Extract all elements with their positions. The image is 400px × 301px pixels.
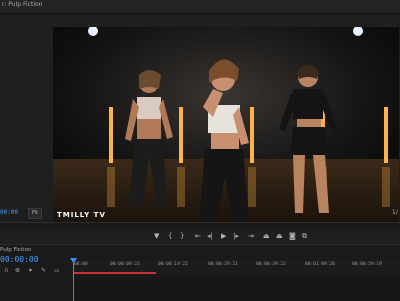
ruler-tick: 00:01:09:20 [305, 262, 335, 267]
zoom-fit-select[interactable]: Fit [28, 208, 42, 219]
ruler-tick: 00:00:19:22 [158, 262, 188, 267]
monitor-scrub-bar[interactable] [0, 222, 400, 229]
extract-button[interactable]: ⏏ [276, 231, 283, 241]
timeline-tools: ∩ ⊗ ▾ ✎ ▭ [0, 267, 70, 277]
video-frame[interactable]: TMILLY TV [53, 27, 399, 223]
monitor-status-row: 00:00 Fit 1/ [0, 208, 400, 220]
mark-in-button[interactable]: { [168, 231, 172, 241]
ruler-tick: 00:00:59:19 [352, 262, 382, 267]
captions-icon[interactable]: ▭ [54, 267, 60, 274]
playhead-timecode[interactable]: 00:00 [0, 209, 18, 216]
ruler-tick: 00:00:09:23 [110, 262, 140, 267]
work-area-bar[interactable] [74, 272, 156, 274]
add-marker-icon[interactable]: ▾ [29, 267, 32, 274]
step-back-icon: ◂| [207, 232, 213, 240]
mark-out-button[interactable]: } [180, 231, 184, 241]
step-forward-button[interactable]: |▸ [233, 231, 239, 241]
wrench-icon[interactable]: ✎ [41, 267, 46, 274]
program-monitor-title[interactable]: r: Pulp Fiction [2, 1, 42, 8]
step-forward-icon: |▸ [233, 232, 239, 240]
linked-selection-icon[interactable]: ⊗ [15, 267, 20, 274]
mark-in-icon: { [168, 232, 173, 240]
play-icon: ▶ [221, 232, 227, 240]
sequence-timecode[interactable]: 00:00:00 [0, 255, 39, 264]
sequence-tab[interactable]: Pulp Fiction [0, 247, 31, 253]
compare-icon: ⧉ [302, 232, 307, 240]
transport-controls: ▼ { } ⇤ ◂| ▶ |▸ ⇥ ⏏ ⏏ ◙ ⧉ [0, 229, 400, 243]
timeline-panel: Pulp Fiction 00:00:00 ∩ ⊗ ▾ ✎ ▭ 00:00 00… [0, 244, 400, 301]
export-frame-button[interactable]: ◙ [289, 231, 296, 241]
playhead-line[interactable] [73, 259, 74, 301]
snap-icon[interactable]: ∩ [4, 267, 8, 274]
add-marker-button[interactable]: ▼ [154, 231, 159, 241]
extract-icon: ⏏ [276, 232, 283, 240]
compare-view-button[interactable]: ⧉ [302, 231, 307, 241]
ruler-tick: 00:00:29:21 [208, 262, 238, 267]
camera-icon: ◙ [289, 232, 296, 240]
marker-icon: ▼ [154, 232, 160, 240]
dance-video-still [53, 27, 399, 223]
resolution-indicator[interactable]: 1/ [392, 209, 398, 216]
program-monitor-header: r: Pulp Fiction [0, 0, 400, 14]
ruler-tick: 00:00 [74, 262, 88, 267]
go-to-in-icon: ⇤ [195, 232, 201, 240]
go-to-out-button[interactable]: ⇥ [248, 231, 254, 241]
go-to-out-icon: ⇥ [248, 232, 254, 240]
go-to-in-button[interactable]: ⇤ [195, 231, 201, 241]
mark-out-icon: } [180, 232, 185, 240]
program-monitor: TMILLY TV [0, 14, 400, 223]
track-area[interactable] [72, 277, 400, 301]
lift-icon: ⏏ [263, 232, 270, 240]
play-button[interactable]: ▶ [221, 231, 226, 241]
ruler-tick: 00:00:39:22 [256, 262, 286, 267]
lift-button[interactable]: ⏏ [263, 231, 270, 241]
step-back-button[interactable]: ◂| [207, 231, 213, 241]
